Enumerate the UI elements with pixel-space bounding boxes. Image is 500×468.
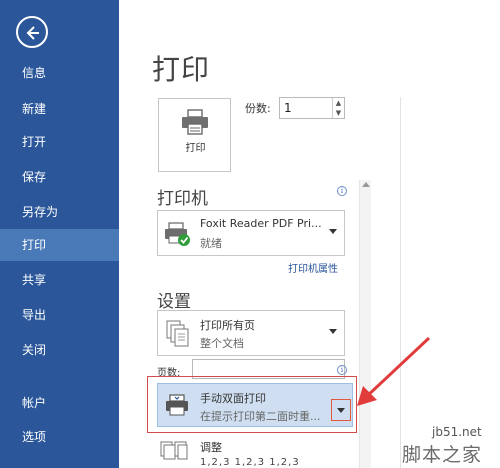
print-button[interactable]: 打印 [158,98,231,172]
sidebar-item-account[interactable]: 帐户 [0,387,119,419]
duplex-select[interactable]: 手动双面打印 在提示打印第二面时重... [157,383,353,427]
pages-info-icon[interactable]: i [337,365,347,375]
watermark-text: 脚本之家 [402,444,483,466]
page-title: 打印 [152,53,211,86]
chevron-down-icon [337,408,345,413]
chevron-down-icon[interactable] [329,229,337,234]
print-scope-main: 打印所有页 [200,319,255,332]
printer-select[interactable]: Foxit Reader PDF Pri... 就绪 [157,210,345,256]
printer-heading: 打印机 [157,189,208,209]
print-button-label: 打印 [185,143,206,154]
settings-scrollbar[interactable] [359,180,371,468]
print-scope-select[interactable]: 打印所有页 整个文档 [157,310,345,356]
printer-info-icon[interactable]: i [337,186,347,196]
sidebar-item-close[interactable]: 关闭 [0,334,119,366]
duplex-dropdown-toggle[interactable] [331,399,351,421]
print-scope-sub: 整个文档 [200,337,244,350]
preview-divider [400,97,401,468]
copies-value[interactable]: 1 [284,101,292,115]
scroll-up-icon[interactable] [362,182,370,187]
watermark-url: jb51.net [432,425,482,439]
duplex-sub: 在提示打印第二面时重... [200,410,321,423]
back-arrow-icon [26,26,39,40]
sidebar-item-open[interactable]: 打开 [0,126,119,158]
collate-main: 调整 [200,441,222,454]
spin-up-icon[interactable]: ▲ [332,98,344,108]
sidebar-item-save-as[interactable]: 另存为 [0,196,119,228]
duplex-main: 手动双面打印 [200,392,266,405]
printer-properties-link[interactable]: 打印机属性 [288,260,338,275]
printer-name: Foxit Reader PDF Pri... [200,217,322,230]
back-button[interactable] [16,16,48,48]
sidebar-item-print[interactable]: 打印 [0,229,119,261]
manual-duplex-icon [166,394,188,416]
sidebar-item-export[interactable]: 导出 [0,299,119,331]
collate-sub: 1,2,3 1,2,3 1,2,3 [200,457,300,468]
sidebar-item-save[interactable]: 保存 [0,161,119,193]
pages-icon [166,320,189,347]
sidebar-item-share[interactable]: 共享 [0,264,119,296]
backstage-sidebar: 信息 新建 打开 保存 另存为 打印 共享 导出 关闭 帐户 选项 [0,0,119,468]
printer-icon [182,109,208,135]
printer-ready-icon [165,222,190,246]
copies-spinner[interactable]: 1 ▲ ▼ [279,97,345,119]
chevron-down-icon[interactable] [329,329,337,334]
settings-heading: 设置 [157,292,191,312]
sidebar-item-new[interactable]: 新建 [0,93,119,125]
sidebar-item-options[interactable]: 选项 [0,421,119,453]
collate-icon [160,441,188,460]
spin-down-icon[interactable]: ▼ [332,108,344,118]
copies-label: 份数: [245,102,271,115]
printer-status: 就绪 [200,237,222,250]
sidebar-item-info[interactable]: 信息 [0,57,119,89]
print-pane: 打印 打印 份数: 1 ▲ ▼ 打印机 i Foxit Reader PDF P… [119,0,500,468]
